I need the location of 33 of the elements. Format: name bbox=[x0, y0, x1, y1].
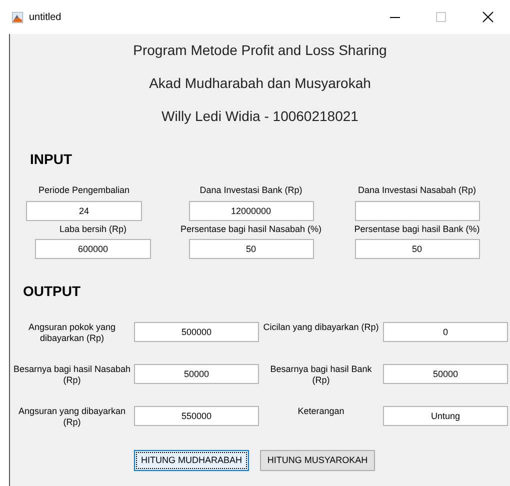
field-label: Besarnya bagi hasil Nasabah (Rp) bbox=[12, 364, 132, 386]
field-label: Laba bersih (Rp) bbox=[59, 222, 127, 236]
section-heading: INPUT bbox=[30, 150, 72, 169]
field-label: Keterangan bbox=[296, 406, 346, 417]
field-label: Angsuran pokok yang dibayarkan (Rp) bbox=[27, 322, 117, 344]
input-field[interactable]: 600000 bbox=[35, 239, 151, 259]
field-label: Angsuran yang dibayarkan (Rp) bbox=[17, 406, 127, 428]
field-label: Dana Investasi Nasabah (Rp) bbox=[358, 184, 476, 197]
input-field[interactable] bbox=[354, 200, 480, 220]
action-button[interactable]: HITUNG MUSYAROKAH bbox=[260, 450, 375, 471]
header-text: Akad Mudharabah dan Musyarokah bbox=[149, 74, 371, 93]
section-heading: OUTPUT bbox=[23, 282, 81, 301]
field-label: Besarnya bagi hasil Bank (Rp) bbox=[269, 364, 373, 386]
field-label: Dana Investasi Bank (Rp) bbox=[200, 184, 302, 197]
input-field[interactable]: 550000 bbox=[134, 406, 259, 426]
input-field[interactable]: 12000000 bbox=[188, 200, 314, 220]
input-field[interactable]: 24 bbox=[26, 200, 142, 220]
input-field[interactable]: 0 bbox=[383, 322, 508, 342]
input-field[interactable]: 50 bbox=[188, 239, 314, 259]
header-text: Program Metode Profit and Loss Sharing bbox=[133, 41, 387, 60]
action-button[interactable]: HITUNG MUDHARABAH bbox=[134, 450, 249, 471]
field-label: Periode Pengembalian bbox=[38, 184, 130, 197]
field-label: Cicilan yang dibayarkan (Rp) bbox=[262, 322, 380, 333]
input-field[interactable]: Untung bbox=[383, 406, 508, 426]
input-field[interactable]: 50 bbox=[354, 239, 480, 259]
header-text: Willy Ledi Widia - 10060218021 bbox=[162, 107, 358, 126]
app-icon bbox=[12, 12, 23, 22]
window-title: untitled bbox=[29, 10, 62, 24]
input-field[interactable]: 50000 bbox=[134, 364, 259, 384]
input-field[interactable]: 500000 bbox=[134, 322, 259, 342]
input-field[interactable]: 50000 bbox=[383, 364, 508, 384]
field-label: Persentase bagi hasil Bank (%) bbox=[354, 222, 480, 236]
field-label: Persentase bagi hasil Nasabah (%) bbox=[180, 222, 322, 236]
